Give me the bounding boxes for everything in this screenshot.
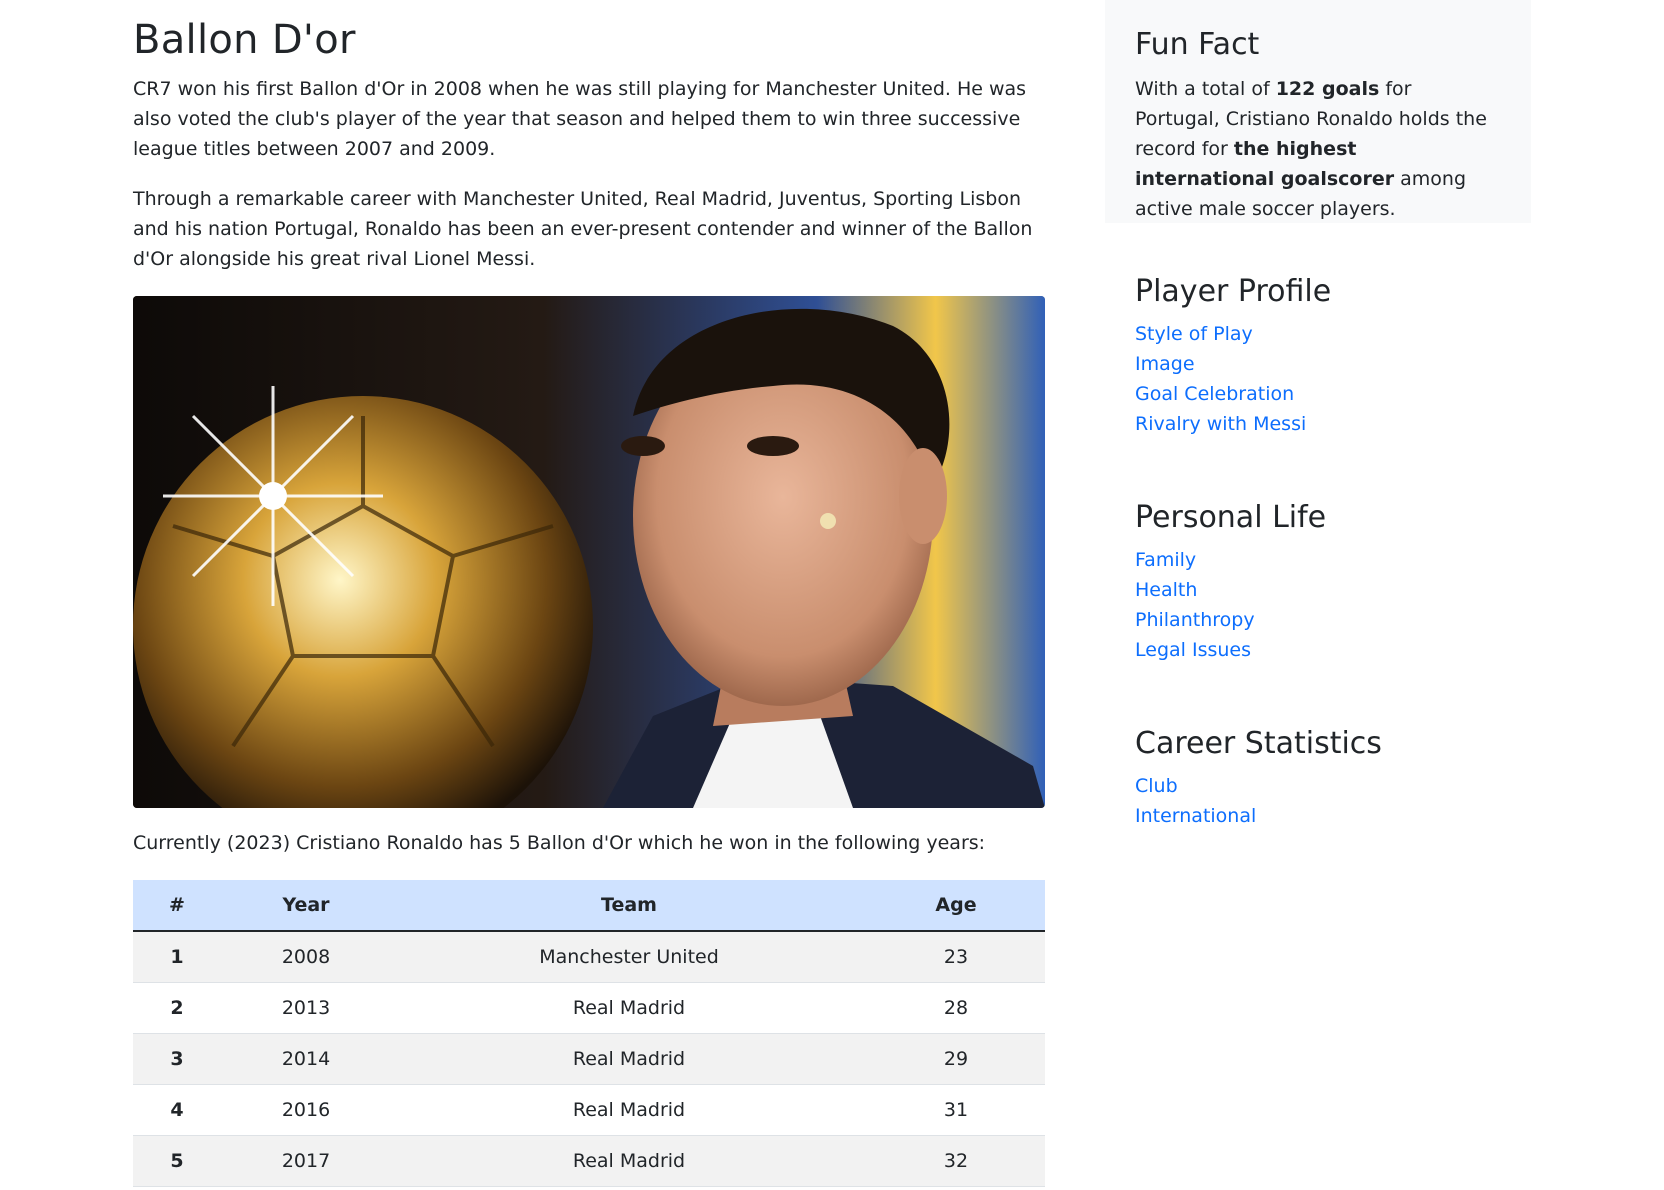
fun-fact-goals: 122 goals <box>1275 78 1380 100</box>
table-row: 2 2013 Real Madrid 28 <box>133 982 1045 1034</box>
list-item: Health <box>1135 575 1501 605</box>
row-team: Real Madrid <box>391 1033 867 1085</box>
link-style-of-play[interactable]: Style of Play <box>1135 323 1253 345</box>
list-item: Style of Play <box>1135 319 1501 349</box>
row-year: 2016 <box>221 1084 391 1136</box>
row-number: 4 <box>133 1084 221 1136</box>
row-year: 2008 <box>221 931 391 983</box>
paragraph-first-ballon: CR7 won his first Ballon d'Or in 2008 wh… <box>133 78 1027 160</box>
career-statistics-section: Career Statistics Club International <box>1105 723 1531 831</box>
player-profile-section: Player Profile Style of Play Image Goal … <box>1105 271 1531 439</box>
row-age: 32 <box>867 1135 1045 1187</box>
link-family[interactable]: Family <box>1135 549 1196 571</box>
career-statistics-links: Club International <box>1135 771 1501 831</box>
link-club[interactable]: Club <box>1135 775 1178 797</box>
list-item: Image <box>1135 349 1501 379</box>
row-age: 23 <box>867 931 1045 983</box>
header-year: Year <box>221 880 391 932</box>
player-profile-title: Player Profile <box>1135 274 1332 309</box>
personal-life-links: Family Health Philanthropy Legal Issues <box>1135 545 1501 665</box>
personal-life-title: Personal Life <box>1135 500 1327 535</box>
link-image[interactable]: Image <box>1135 353 1195 375</box>
row-team: Real Madrid <box>391 1084 867 1136</box>
link-rivalry-with-messi[interactable]: Rivalry with Messi <box>1135 413 1306 435</box>
row-age: 31 <box>867 1084 1045 1136</box>
fun-fact-text: With a total of 122 goals for Portugal, … <box>1135 74 1501 224</box>
row-year: 2014 <box>221 1033 391 1085</box>
list-item: Family <box>1135 545 1501 575</box>
list-item: Club <box>1135 771 1501 801</box>
photo-illustration <box>133 296 1045 808</box>
page-title: Ballon D'or <box>133 17 356 63</box>
link-legal-issues[interactable]: Legal Issues <box>1135 639 1251 661</box>
fun-fact-title: Fun Fact <box>1135 27 1260 62</box>
header-number: # <box>133 880 221 932</box>
ballon-dor-table: # Year Team Age 1 2008 Manchester United… <box>133 880 1045 1187</box>
row-team: Manchester United <box>391 931 867 983</box>
table-row: 4 2016 Real Madrid 31 <box>133 1084 1045 1136</box>
row-team: Real Madrid <box>391 1135 867 1187</box>
row-number: 1 <box>133 931 221 983</box>
sidebar: Fun Fact With a total of 122 goals for P… <box>1105 0 1531 831</box>
link-goal-celebration[interactable]: Goal Celebration <box>1135 383 1294 405</box>
personal-life-section: Personal Life Family Health Philanthropy… <box>1105 497 1531 665</box>
row-age: 28 <box>867 982 1045 1034</box>
fun-fact-text-part: With a total of <box>1135 78 1276 100</box>
table-row: 3 2014 Real Madrid 29 <box>133 1033 1045 1085</box>
ronaldo-kissing-ballon-dor-photo <box>133 296 1045 808</box>
list-item: Goal Celebration <box>1135 379 1501 409</box>
table-row: 1 2008 Manchester United 23 <box>133 931 1045 983</box>
row-year: 2013 <box>221 982 391 1034</box>
link-international[interactable]: International <box>1135 805 1256 827</box>
player-profile-links: Style of Play Image Goal Celebration Riv… <box>1135 319 1501 439</box>
career-statistics-title: Career Statistics <box>1135 726 1382 761</box>
row-number: 2 <box>133 982 221 1034</box>
list-item: Philanthropy <box>1135 605 1501 635</box>
table-header-row: # Year Team Age <box>133 880 1045 932</box>
list-item: Rivalry with Messi <box>1135 409 1501 439</box>
paragraph-career: Through a remarkable career with Manches… <box>133 188 1033 270</box>
ballon-count-intro: Currently (2023) Cristiano Ronaldo has 5… <box>133 832 986 854</box>
fun-fact-box: Fun Fact With a total of 122 goals for P… <box>1105 0 1531 223</box>
header-team: Team <box>391 880 867 932</box>
main-content: Ballon D'or CR7 won his first Ballon d'O… <box>133 0 1045 1187</box>
row-age: 29 <box>867 1033 1045 1085</box>
link-health[interactable]: Health <box>1135 579 1197 601</box>
list-item: International <box>1135 801 1501 831</box>
header-age: Age <box>867 880 1045 932</box>
link-philanthropy[interactable]: Philanthropy <box>1135 609 1255 631</box>
row-team: Real Madrid <box>391 982 867 1034</box>
table-row: 5 2017 Real Madrid 32 <box>133 1135 1045 1187</box>
row-year: 2017 <box>221 1135 391 1187</box>
list-item: Legal Issues <box>1135 635 1501 665</box>
row-number: 5 <box>133 1135 221 1187</box>
row-number: 3 <box>133 1033 221 1085</box>
